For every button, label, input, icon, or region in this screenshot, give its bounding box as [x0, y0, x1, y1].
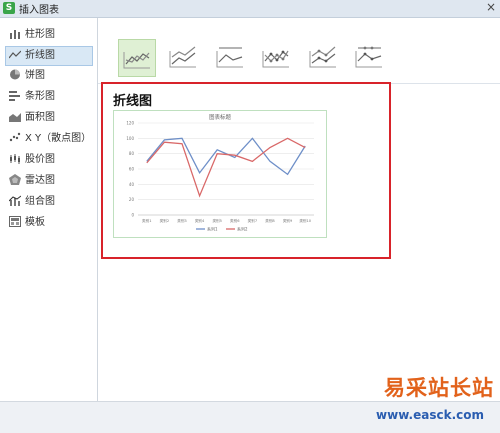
sidebar-item-label: 条形图 — [25, 91, 55, 102]
x-tick-label: 类别6 — [230, 218, 240, 223]
x-tick-label: 类别8 — [265, 218, 275, 223]
sidebar-item-line[interactable]: 折线图 — [5, 46, 93, 66]
sidebar-item-label: 组合图 — [25, 196, 55, 207]
x-tick-label: 类别2 — [160, 218, 169, 223]
area-chart-icon — [9, 113, 21, 122]
radar-chart-icon — [9, 174, 21, 185]
window-title: 插入图表 — [19, 5, 59, 16]
close-button[interactable]: × — [486, 0, 496, 14]
preview-heading: 折线图 — [113, 94, 153, 109]
chart-preview-highlight: 折线图 图表标题 0 20 40 60 80 100 120 类别1 类别2 类别3 类别4 类别5 类别… — [101, 82, 391, 259]
sidebar-item-radar[interactable]: 雷达图 — [6, 172, 92, 190]
app-logo-icon: S — [3, 2, 15, 14]
variant-stacked-line-markers[interactable] — [305, 39, 341, 75]
chart-title: 图表标题 — [209, 113, 232, 121]
variant-line[interactable] — [118, 39, 156, 77]
variant-percent-stacked-line[interactable] — [212, 39, 248, 75]
sidebar-item-label: 折线图 — [25, 50, 55, 61]
sidebar-item-bar[interactable]: 条形图 — [6, 88, 92, 106]
x-tick-label: 类别1 — [142, 218, 151, 223]
bar-chart-icon — [9, 91, 20, 101]
x-tick-label: 类别10 — [299, 218, 311, 223]
x-tick-label: 类别9 — [283, 218, 293, 223]
variant-line-markers[interactable] — [258, 39, 294, 75]
line-variant-icon — [123, 52, 150, 69]
sidebar-item-scatter[interactable]: X Y（散点图） — [6, 130, 92, 148]
sidebar-item-label: 股价图 — [25, 154, 55, 165]
sidebar-item-template[interactable]: 模板 — [6, 214, 92, 232]
sidebar-item-label: X Y（散点图） — [25, 133, 92, 144]
stock-chart-icon — [10, 154, 20, 164]
line-markers-variant-icon — [262, 50, 289, 68]
y-tick-label: 80 — [129, 151, 135, 156]
y-tick-label: 120 — [126, 121, 134, 126]
watermark-url: www.easck.com — [376, 408, 484, 422]
sidebar-item-pie[interactable]: 饼图 — [6, 67, 92, 85]
combo-chart-icon — [9, 195, 21, 206]
percent-stacked-line-markers-variant-icon — [355, 46, 382, 68]
stacked-line-markers-variant-icon — [309, 46, 336, 68]
x-tick-label: 类别7 — [248, 218, 257, 223]
watermark-logo-text: 易采站长站 — [384, 375, 494, 400]
scatter-chart-icon — [9, 132, 21, 142]
line-chart-icon — [9, 50, 21, 59]
variant-stacked-line[interactable] — [165, 39, 201, 75]
y-tick-label: 40 — [129, 182, 135, 187]
line-chart: 图表标题 0 20 40 60 80 100 120 类别1 类别2 类别3 类别4 类别5 类别6 类别7… — [126, 113, 314, 232]
chart-preview[interactable]: 图表标题 0 20 40 60 80 100 120 类别1 类别2 类别3 类别4 类别5 类别6 类别7… — [113, 110, 327, 238]
variant-percent-stacked-line-markers[interactable] — [351, 39, 387, 75]
chart-type-list: 柱形图 折线图 饼图 条形图 面积图 X Y（散点图） 股价图 雷达图 组合图 … — [0, 18, 98, 401]
sidebar-item-area[interactable]: 面积图 — [6, 109, 92, 127]
sidebar-item-label: 雷达图 — [25, 175, 55, 186]
chart-options-pane: 折线图 图表标题 0 20 40 60 80 100 120 类别1 类别2 类别3 类别4 类别5 类别… — [98, 18, 500, 401]
sidebar-item-label: 模板 — [25, 217, 45, 228]
sidebar-item-label: 柱形图 — [25, 29, 55, 40]
y-tick-label: 100 — [126, 136, 134, 141]
stacked-line-variant-icon — [169, 46, 196, 68]
template-icon — [9, 216, 21, 227]
legend-label: 系列2 — [237, 226, 248, 232]
percent-stacked-line-variant-icon — [216, 47, 243, 68]
chart-variant-row — [98, 18, 500, 84]
y-tick-label: 0 — [131, 213, 134, 218]
y-tick-label: 60 — [129, 167, 135, 172]
y-tick-label: 20 — [129, 197, 135, 202]
pie-chart-icon — [10, 69, 20, 80]
title-bar: S 插入图表 × — [0, 0, 500, 18]
legend-label: 系列1 — [207, 226, 218, 232]
sidebar-item-column[interactable]: 柱形图 — [6, 26, 92, 44]
sidebar-item-stock[interactable]: 股价图 — [6, 151, 92, 169]
series-line-2 — [146, 137, 306, 198]
x-tick-label: 类别5 — [212, 218, 221, 223]
sidebar-item-label: 饼图 — [25, 70, 45, 81]
column-chart-icon — [10, 30, 20, 39]
sidebar-item-label: 面积图 — [25, 112, 55, 123]
x-tick-label: 类别4 — [195, 218, 205, 223]
sidebar-item-combo[interactable]: 组合图 — [6, 193, 92, 211]
x-tick-label: 类别3 — [177, 218, 186, 223]
